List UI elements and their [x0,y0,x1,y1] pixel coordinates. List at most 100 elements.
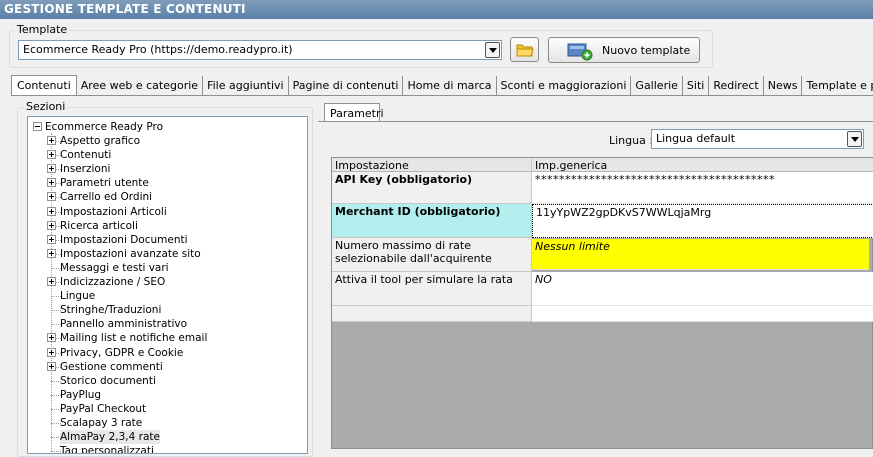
tab-redirect[interactable]: Redirect [709,76,764,95]
expand-icon[interactable] [47,178,56,188]
tab-sconti[interactable]: Sconti e maggiorazioni [497,76,632,95]
tree-item[interactable]: Carrello ed Ordini [28,190,307,204]
tree-item[interactable]: PayPlug [28,388,307,402]
tree-item[interactable]: Pannello amministrativo [28,317,307,331]
tree-item-label: Scalapay 3 rate [60,416,143,429]
setting-name: API Key (obbligatorio) [332,172,532,204]
expand-icon[interactable] [47,347,56,357]
tree-item[interactable]: PayPal Checkout [28,402,307,416]
tree-item-label: Stringhe/Traduzioni [60,304,162,317]
tree-item[interactable]: Impostazioni Articoli [28,205,307,219]
table-row[interactable]: API Key (obbligatorio) *****************… [332,172,873,204]
tree-item[interactable]: Stringhe/Traduzioni [28,303,307,317]
sections-tree[interactable]: Ecommerce Ready Pro Aspetto grafico Conte… [27,116,308,454]
tree-item-label: Parametri utente [60,177,149,190]
table-row-empty[interactable] [332,306,873,322]
expand-icon[interactable] [47,164,56,174]
grid-header: Impostazione Imp.generica [332,158,873,172]
setting-value-input[interactable]: Nessun limite [532,239,869,270]
expand-icon[interactable] [47,220,56,230]
tab-siti[interactable]: Siti [683,76,710,95]
tree-root[interactable]: Ecommerce Ready Pro [28,120,307,134]
tree-item-label: PayPal Checkout [60,402,147,415]
setting-name: Numero massimo di rate selezionabile dal… [332,238,532,272]
tree-item-label: Tag personalizzati [60,445,154,454]
tree-item[interactable]: Scalapay 3 rate [28,416,307,430]
expand-icon[interactable] [47,361,56,371]
setting-name-empty [332,306,532,322]
tree-item[interactable]: Impostazioni avanzate sito [28,247,307,261]
setting-name: Merchant ID (obbligatorio) [332,204,532,238]
tree-item-label: Storico documenti [60,374,156,387]
expand-icon[interactable] [47,333,56,343]
table-row[interactable]: Merchant ID (obbligatorio) 11yYpWZ2gpDKv… [332,204,873,238]
tree-item-label: Impostazioni avanzate sito [60,247,201,260]
language-label: Lingua : [609,134,654,147]
subtab-border [318,121,873,122]
open-folder-button[interactable] [510,37,539,62]
tree-item[interactable]: Storico documenti [28,374,307,388]
table-row[interactable]: Attiva il tool per simulare la rata NO [332,272,873,306]
setting-value-input[interactable]: NO [532,272,873,306]
tree-item[interactable]: AlmaPay 2,3,4 rate [28,430,307,445]
tree-item-label: Ricerca articoli [60,219,138,232]
tab-pagine-contenuti[interactable]: Pagine di contenuti [289,76,404,95]
chevron-down-icon[interactable] [847,131,862,147]
tree-item-label: AlmaPay 2,3,4 rate [60,430,160,445]
tab-template-plugins[interactable]: Template e plugins [802,76,873,95]
chevron-down-icon[interactable] [485,42,500,58]
expand-icon[interactable] [47,136,56,146]
expand-icon[interactable] [47,192,56,202]
tree-item-label: Indicizzazione / SEO [60,276,166,289]
tree-item[interactable]: Aspetto grafico [28,134,307,148]
tab-gallerie[interactable]: Gallerie [631,76,683,95]
tree-item-label: Impostazioni Documenti [60,233,188,246]
template-group-legend: Template [15,23,70,36]
expand-icon[interactable] [47,248,56,258]
tree-item[interactable]: Indicizzazione / SEO [28,275,307,289]
tree-item-label: PayPlug [60,388,102,401]
setting-value-input[interactable]: **************************************** [532,172,873,204]
tree-item-label: Messaggi e testi vari [60,261,169,274]
tab-panel-border [11,95,873,96]
tree-item-label: Mailing list e notifiche email [60,332,208,345]
tree-item[interactable]: Contenuti [28,148,307,162]
setting-name: Attiva il tool per simulare la rata [332,272,532,306]
tree-item[interactable]: Privacy, GDPR e Cookie [28,346,307,360]
tab-contenuti[interactable]: Contenuti [11,75,77,96]
tree-item[interactable]: Lingue [28,289,307,303]
tree-item[interactable]: Mailing list e notifiche email [28,331,307,345]
tree-item[interactable]: Inserzioni [28,162,307,176]
expand-icon[interactable] [47,206,56,216]
tree-item[interactable]: Parametri utente [28,176,307,190]
main-tabs: Contenuti Aree web e categorie File aggi… [11,75,873,96]
setting-value-empty[interactable] [532,306,873,322]
tab-news[interactable]: News [764,76,803,95]
tree-item-label: Inserzioni [60,163,111,176]
template-select[interactable]: Ecommerce Ready Pro (https://demo.readyp… [18,40,502,60]
tab-parametri[interactable]: Parametri [324,103,384,122]
tree-item-label: Lingue [60,290,96,303]
setting-value-input[interactable]: 11yYpWZ2gpDKvS7WWLqjaMrg [532,204,873,238]
collapse-icon[interactable] [33,122,42,131]
parameters-grid: Impostazione Imp.generica API Key (obbli… [331,157,873,449]
new-template-button[interactable]: Nuovo template [548,37,700,63]
col-value-header: Imp.generica [532,158,873,172]
new-template-label: Nuovo template [602,44,691,57]
tree-item[interactable]: Messaggi e testi vari [28,261,307,275]
expand-icon[interactable] [47,234,56,244]
add-template-icon [567,43,593,61]
language-select[interactable]: Lingua default [651,129,864,149]
tab-aree-web[interactable]: Aree web e categorie [77,76,204,95]
tree-item[interactable]: Impostazioni Documenti [28,233,307,247]
expand-icon[interactable] [47,150,56,160]
table-row[interactable]: Numero massimo di rate selezionabile dal… [332,238,873,272]
tab-home-marca[interactable]: Home di marca [403,76,497,95]
tree-item-label: Privacy, GDPR e Cookie [60,346,184,359]
tree-item[interactable]: Tag personalizzati [28,444,307,454]
tree-item[interactable]: Gestione commenti [28,360,307,374]
expand-icon[interactable] [47,277,56,287]
tree-item[interactable]: Ricerca articoli [28,219,307,233]
language-select-value: Lingua default [656,132,736,145]
tab-file-aggiuntivi[interactable]: File aggiuntivi [203,76,289,95]
